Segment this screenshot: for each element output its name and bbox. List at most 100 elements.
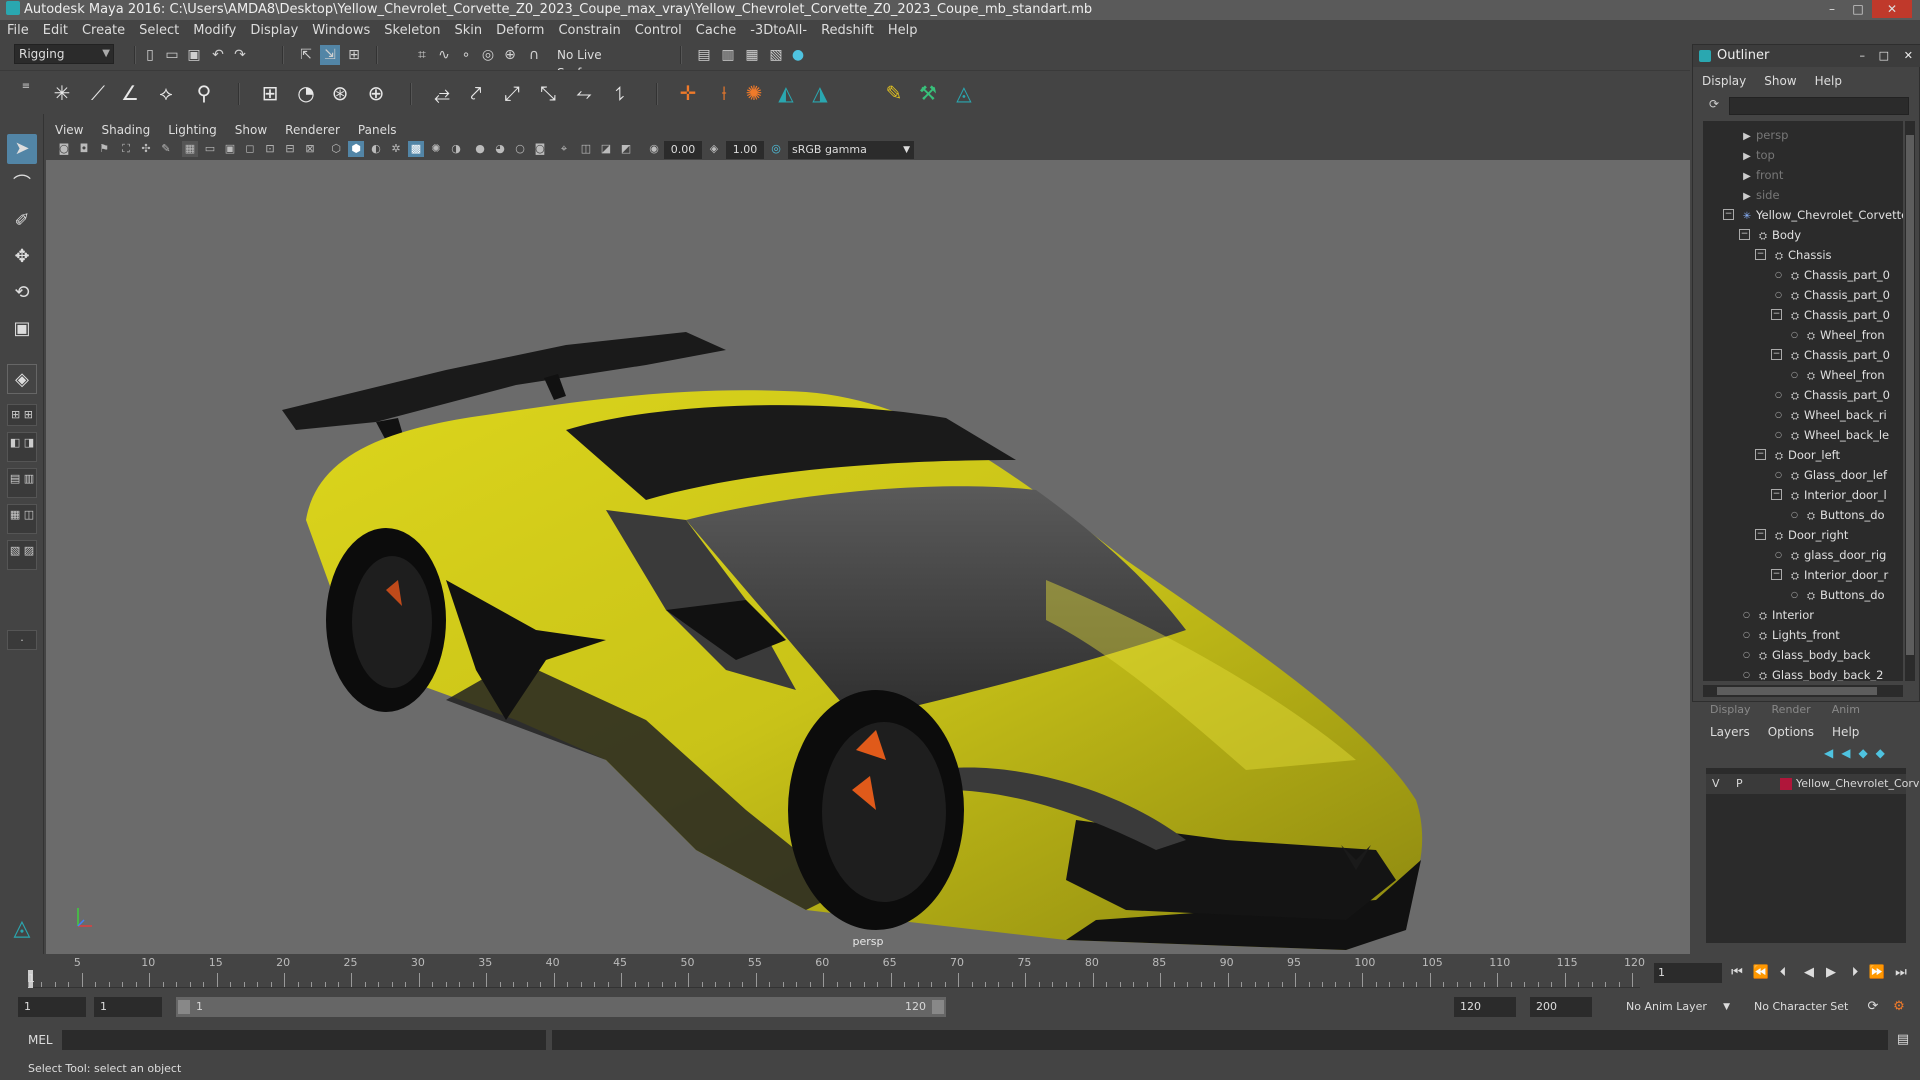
menu-edit[interactable]: Edit: [36, 20, 75, 42]
snap-point-icon[interactable]: ∘: [456, 45, 476, 65]
panel-menu-view[interactable]: View: [46, 120, 92, 140]
step-back-frame-button[interactable]: ⏴: [1772, 963, 1794, 983]
outliner-maximize-button[interactable]: □: [1879, 45, 1889, 67]
layer-row[interactable]: V P Yellow_Chevrolet_Corv: [1706, 774, 1919, 794]
3dtoall-export-icon[interactable]: ◮: [806, 79, 834, 107]
current-frame-field[interactable]: 1: [1654, 963, 1722, 983]
viewport-persp[interactable]: persp: [46, 160, 1690, 954]
play-forward-button[interactable]: ▶: [1820, 963, 1842, 983]
color-management-icon[interactable]: ◎: [768, 141, 784, 157]
menu-skeleton[interactable]: Skeleton: [377, 20, 447, 42]
timeline-ruler[interactable]: 1 5 10 15 20 25 30 35 40 45 50 55 60 65 70 75 80 85 90 95 1…: [28, 954, 1645, 988]
animation-start-field[interactable]: 1: [18, 997, 86, 1017]
grid-icon[interactable]: ▦: [182, 141, 198, 157]
paint-tool-icon[interactable]: ⚒: [914, 79, 942, 107]
panel-menu-lighting[interactable]: Lighting: [159, 120, 226, 140]
paint-weights-icon[interactable]: ⤤: [462, 79, 490, 107]
playback-start-field[interactable]: 1: [94, 997, 162, 1017]
layer-color-swatch[interactable]: [1780, 778, 1792, 790]
grease-pencil-icon[interactable]: ✎: [158, 141, 174, 157]
smooth-shade-icon[interactable]: ⬢: [348, 141, 364, 157]
isolate-select-icon[interactable]: ⌖: [556, 141, 572, 157]
shadows-icon[interactable]: ◑: [448, 141, 464, 157]
collapse-toggle-icon[interactable]: −: [1755, 449, 1766, 460]
layout-side-by-side-icon[interactable]: ◧ ◨: [7, 432, 37, 462]
select-tool-icon[interactable]: ➤: [7, 134, 37, 164]
aim-constraint-icon[interactable]: ⟊: [710, 79, 738, 107]
set-key-icon[interactable]: ✎: [880, 79, 908, 107]
safe-title-icon[interactable]: ⊠: [302, 141, 318, 157]
outliner-item[interactable]: ○ ⛭ Chassis_part_0: [1703, 265, 1903, 285]
lasso-tool-icon[interactable]: ⌒: [7, 170, 37, 200]
outliner-item[interactable]: ○ ⛭ Glass_body_back_2: [1703, 665, 1903, 681]
range-start-handle[interactable]: [178, 1000, 190, 1014]
outliner-item[interactable]: − ✳ Yellow_Chevrolet_Corvette: [1703, 205, 1903, 225]
xray-icon[interactable]: ◫: [578, 141, 594, 157]
panel-menu-show[interactable]: Show: [226, 120, 276, 140]
anti-aliasing-icon[interactable]: ○: [512, 141, 528, 157]
mirror-weights-icon[interactable]: ⤡: [534, 79, 562, 107]
exposure-icon[interactable]: ◉: [646, 141, 662, 157]
menu-modify[interactable]: Modify: [186, 20, 243, 42]
joint-tool-icon[interactable]: ✳: [48, 79, 76, 107]
color-space-dropdown[interactable]: sRGB gamma ▼: [788, 141, 914, 159]
outliner-menu-show[interactable]: Show: [1755, 71, 1805, 91]
screen-space-ao-icon[interactable]: ●: [472, 141, 488, 157]
menu-redshift[interactable]: Redshift: [814, 20, 881, 42]
snap-live-icon[interactable]: ⊕: [500, 45, 520, 65]
outliner-item[interactable]: ▶ top: [1703, 145, 1903, 165]
layout-graph-icon[interactable]: ▦ ◫: [7, 504, 37, 534]
move-tool-icon[interactable]: ✥: [7, 242, 37, 272]
select-hierarchy-icon[interactable]: ⇱: [296, 45, 316, 65]
unbind-skin-icon[interactable]: ⤢: [498, 79, 526, 107]
panel-menu-shading[interactable]: Shading: [92, 120, 159, 140]
last-tool-icon[interactable]: ◈: [7, 364, 37, 394]
command-input[interactable]: [62, 1030, 546, 1050]
magnet-icon[interactable]: ∩: [524, 45, 544, 65]
menu-create[interactable]: Create: [75, 20, 132, 42]
safe-action-icon[interactable]: ⊟: [282, 141, 298, 157]
select-object-icon[interactable]: ⇲: [320, 45, 340, 65]
menu-control[interactable]: Control: [628, 20, 689, 42]
image-plane-icon[interactable]: ⛶: [118, 141, 134, 157]
outliner-menu-display[interactable]: Display: [1693, 71, 1755, 91]
undo-icon[interactable]: ↶: [208, 45, 228, 65]
playback-end-field[interactable]: 120: [1454, 997, 1516, 1017]
collapse-toggle-icon[interactable]: −: [1771, 349, 1782, 360]
menu-constrain[interactable]: Constrain: [551, 20, 627, 42]
xray-components-icon[interactable]: ◩: [618, 141, 634, 157]
outliner-horizontal-scrollbar[interactable]: [1703, 685, 1903, 697]
step-back-key-button[interactable]: ⏪: [1750, 963, 1772, 983]
layer-action-icons[interactable]: ◀◀◆◆: [1824, 746, 1914, 764]
outliner-item[interactable]: ○ ⛭ Glass_body_back: [1703, 645, 1903, 665]
outliner-menu-help[interactable]: Help: [1806, 71, 1851, 91]
outliner-item[interactable]: ○ ⛭ Glass_door_lef: [1703, 465, 1903, 485]
outliner-item[interactable]: ▶ side: [1703, 185, 1903, 205]
bind-skin-icon[interactable]: ⥄: [428, 79, 456, 107]
render-settings-icon[interactable]: ▧: [766, 45, 786, 65]
layout-outliner-icon[interactable]: ▤ ▥: [7, 468, 37, 498]
layout-single-icon[interactable]: ·: [7, 630, 37, 650]
wireframe-on-shaded-icon[interactable]: ✲: [388, 141, 404, 157]
snap-curve-icon[interactable]: ∿: [434, 45, 454, 65]
outliner-item[interactable]: − ⛭ Interior_door_r: [1703, 565, 1903, 585]
layout-hypershade-icon[interactable]: ▧ ▨: [7, 540, 37, 570]
xray-joints-icon[interactable]: ◪: [598, 141, 614, 157]
exposure-field[interactable]: 0.00: [664, 141, 702, 159]
script-language-toggle[interactable]: MEL: [28, 1030, 53, 1050]
go-to-end-button[interactable]: ⏭: [1890, 963, 1912, 983]
lattice-icon[interactable]: ⊞: [256, 79, 284, 107]
open-scene-icon[interactable]: ▭: [162, 45, 182, 65]
field-chart-icon[interactable]: ⊡: [262, 141, 278, 157]
outliner-item[interactable]: − ⛭ Chassis_part_0: [1703, 305, 1903, 325]
outliner-item[interactable]: − ⛭ Chassis_part_0: [1703, 345, 1903, 365]
panel-menu-renderer[interactable]: Renderer: [276, 120, 349, 140]
gamma-icon[interactable]: ◈: [706, 141, 722, 157]
step-forward-key-button[interactable]: ⏩: [1866, 963, 1888, 983]
menu-deform[interactable]: Deform: [489, 20, 551, 42]
cluster-icon[interactable]: ◔: [292, 79, 320, 107]
orient-constraint-icon[interactable]: ✺: [740, 79, 768, 107]
tab-render[interactable]: Render: [1772, 703, 1811, 716]
outliner-item[interactable]: − ⛭ Body: [1703, 225, 1903, 245]
layer-menu-layers[interactable]: Layers: [1692, 722, 1759, 742]
